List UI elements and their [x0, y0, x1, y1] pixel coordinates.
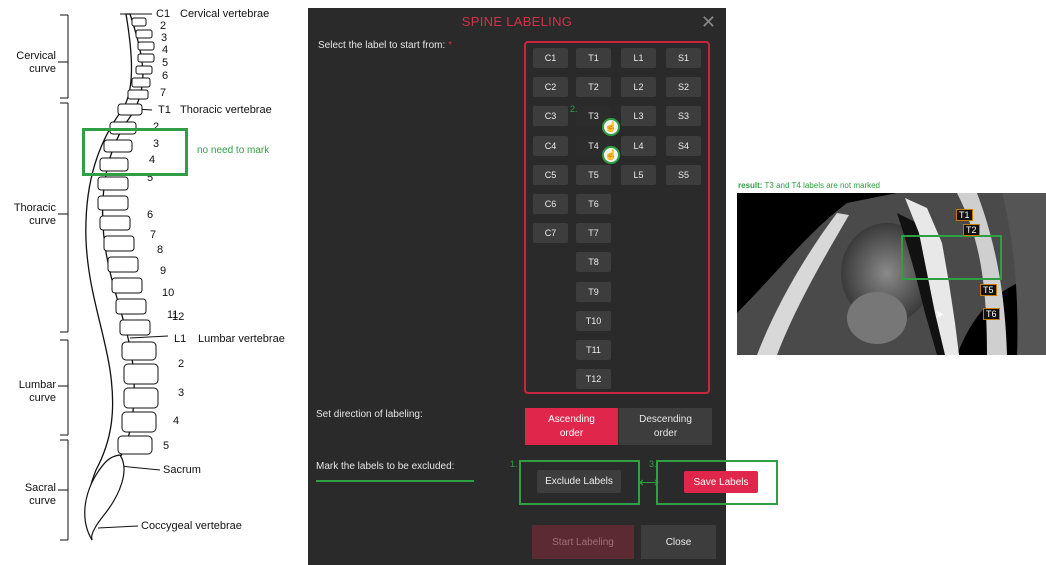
- vertebra-number: 4: [173, 415, 180, 427]
- exclude-labels-button[interactable]: Exclude Labels: [537, 470, 621, 493]
- ct-label-t2: T2: [963, 224, 980, 236]
- label-button-l1[interactable]: L1: [621, 48, 656, 68]
- label-button-t5[interactable]: T5: [576, 165, 611, 185]
- label-button-c5[interactable]: C5: [533, 165, 568, 185]
- label-button-t10[interactable]: T10: [576, 311, 611, 331]
- required-mark: *: [448, 40, 452, 51]
- vertebra-number: 5: [162, 57, 169, 69]
- label-button-c3[interactable]: C3: [533, 106, 568, 126]
- direction-label: Set direction of labeling:: [316, 409, 423, 420]
- label-button-s4[interactable]: S4: [666, 136, 701, 156]
- label-thoracic-vertebrae: Thoracic vertebrae: [180, 104, 272, 116]
- vertebra-number: 7: [150, 229, 157, 241]
- result-caption: result: T3 and T4 labels are not marked: [738, 181, 880, 190]
- mouse-pointer-icon: ➤: [935, 309, 945, 321]
- exclude-label: Mark the labels to be excluded:: [316, 461, 455, 472]
- ct-label-t1: T1: [956, 209, 973, 221]
- label-button-c2[interactable]: C2: [533, 77, 568, 97]
- label-button-l3[interactable]: L3: [621, 106, 656, 126]
- ct-label-t5: T5: [980, 284, 997, 296]
- label-button-t9[interactable]: T9: [576, 282, 611, 302]
- label-button-t1[interactable]: T1: [576, 48, 611, 68]
- result-caption-text: T3 and T4 labels are not marked: [762, 181, 881, 190]
- ascending-order-button[interactable]: Ascending order: [525, 408, 618, 445]
- label-coccygeal-vertebrae: Coccygeal vertebrae: [141, 520, 242, 532]
- ct-label-t6: T6: [983, 308, 1000, 320]
- descending-order-button[interactable]: Descending order: [619, 408, 712, 445]
- underline-annotation: [316, 480, 474, 482]
- close-icon[interactable]: ✕: [701, 12, 716, 33]
- label-cervical-curve: Cervical curve: [16, 50, 56, 75]
- vertebra-number: 10: [162, 287, 175, 299]
- label-lumbar-curve: Lumbar curve: [18, 379, 56, 404]
- label-sacral-curve: Sacral curve: [24, 482, 56, 507]
- start-labeling-button[interactable]: Start Labeling: [532, 525, 634, 559]
- spine-labeling-dialog: SPINE LABELING ✕ Select the label to sta…: [308, 8, 778, 565]
- hand-cursor-icon: ☝: [602, 118, 620, 136]
- label-button-l4[interactable]: L4: [621, 136, 656, 156]
- label-thoracic-curve: Thoracic curve: [13, 202, 56, 227]
- label-button-t2[interactable]: T2: [576, 77, 611, 97]
- annotation-note: no need to mark: [197, 145, 270, 156]
- vertebra-number: 9: [160, 265, 167, 277]
- vertebra-number: 3: [178, 387, 185, 399]
- step-2-marker: 2.: [570, 104, 578, 114]
- spine-diagram: C1 Cervical vertebrae T1 Thoracic verteb…: [0, 0, 300, 565]
- label-button-l2[interactable]: L2: [621, 77, 656, 97]
- label-button-t7[interactable]: T7: [576, 223, 611, 243]
- vertebra-number: 7: [160, 87, 167, 99]
- ct-scan-image: T1 T2 T5 T6 ➤: [737, 193, 1046, 355]
- result-caption-bold: result:: [738, 181, 763, 190]
- vertebra-number: 4: [162, 44, 169, 56]
- label-c1: C1: [156, 8, 171, 20]
- label-button-t12[interactable]: T12: [576, 369, 611, 389]
- highlight-box: [82, 128, 188, 176]
- label-l1: L1: [174, 333, 187, 345]
- label-lumbar-vertebrae: Lumbar vertebrae: [198, 333, 285, 345]
- select-label-text: Select the label to start from:: [318, 40, 446, 51]
- vertebra-number: 6: [147, 209, 154, 221]
- save-labels-button[interactable]: Save Labels: [684, 471, 758, 493]
- dialog-title: SPINE LABELING: [461, 14, 573, 29]
- spine-illustration: [58, 13, 169, 541]
- label-button-t8[interactable]: T8: [576, 252, 611, 272]
- label-button-l5[interactable]: L5: [621, 165, 656, 185]
- vertebra-number: 12: [172, 311, 185, 323]
- vertebra-number: 5: [163, 440, 170, 452]
- label-sacrum: Sacrum: [163, 464, 201, 476]
- double-arrow-icon: ⟷: [639, 474, 660, 490]
- label-button-s3[interactable]: S3: [666, 106, 701, 126]
- label-button-c7[interactable]: C7: [533, 223, 568, 243]
- vertebra-number: 3: [161, 32, 168, 44]
- highlight-frame-ct: [901, 235, 1002, 280]
- composite-screenshot: C1 Cervical vertebrae T1 Thoracic verteb…: [0, 0, 1046, 565]
- label-button-s5[interactable]: S5: [666, 165, 701, 185]
- label-t1: T1: [158, 104, 171, 116]
- vertebra-number: 6: [162, 70, 169, 82]
- label-button-c4[interactable]: C4: [533, 136, 568, 156]
- select-label-prompt: Select the label to start from: *: [318, 40, 452, 51]
- label-button-s2[interactable]: S2: [666, 77, 701, 97]
- step-1-marker: 1.: [510, 459, 518, 469]
- label-button-t6[interactable]: T6: [576, 194, 611, 214]
- vertebra-number: 2: [178, 358, 185, 370]
- hand-cursor-icon: ☝: [602, 146, 620, 164]
- vertebra-number: 2: [160, 20, 167, 32]
- label-button-t11[interactable]: T11: [576, 340, 611, 360]
- label-cervical-vertebrae: Cervical vertebrae: [180, 8, 270, 20]
- label-button-s1[interactable]: S1: [666, 48, 701, 68]
- close-button[interactable]: Close: [641, 525, 716, 559]
- label-button-c6[interactable]: C6: [533, 194, 568, 214]
- vertebra-number: 8: [157, 244, 164, 256]
- label-button-c1[interactable]: C1: [533, 48, 568, 68]
